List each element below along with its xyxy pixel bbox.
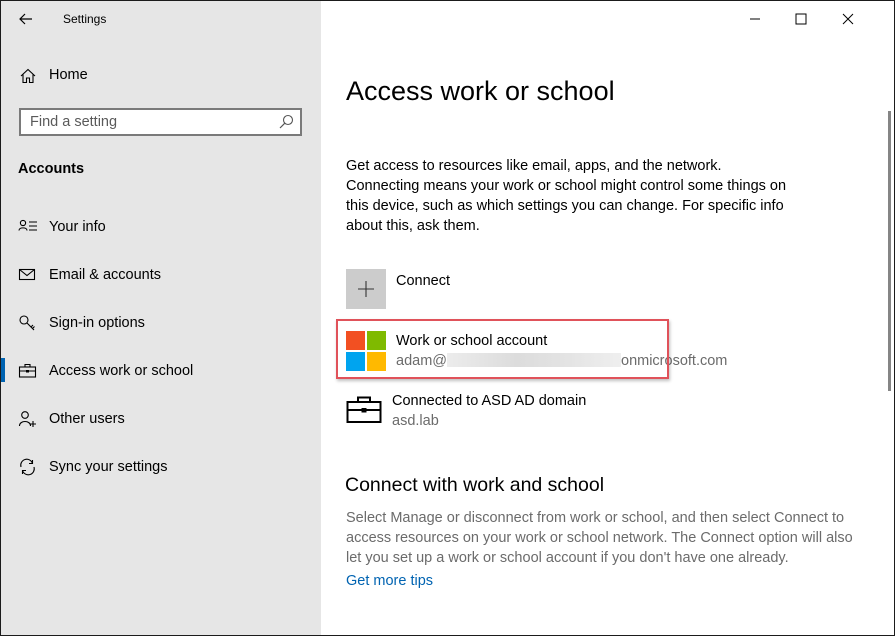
domain-account-item[interactable]: Connected to ASD AD domain asd.lab [346,389,676,433]
minimize-button[interactable] [744,9,766,29]
minimize-icon [750,18,760,20]
sidebar-item-email-accounts[interactable]: Email & accounts [1,259,321,307]
maximize-button[interactable] [790,9,812,29]
section-title: Accounts [18,161,85,177]
page-title: Access work or school [346,76,615,107]
title-bar: Settings [1,1,321,38]
domain-name: asd.lab [392,413,439,429]
sidebar-item-your-info[interactable]: Your info [1,211,321,259]
home-icon [20,68,36,84]
sidebar-item-sync-your-settings[interactable]: Sync your settings [1,451,321,499]
person-add-icon [18,411,36,427]
domain-title: Connected to ASD AD domain [392,393,587,409]
sidebar-item-label: Your info [49,219,106,235]
connect-label: Connect [396,273,451,289]
main-content: Access work or school Get access to reso… [321,1,894,635]
scrollbar[interactable] [888,111,891,391]
connect-tile [346,269,386,309]
maximize-icon [795,13,807,25]
app-title: Settings [63,12,107,26]
sidebar-item-other-users[interactable]: Other users [1,403,321,451]
section-description: Select Manage or disconnect from work or… [346,510,853,566]
page-description: Get access to resources like email, apps… [346,158,787,234]
close-button[interactable] [837,9,859,29]
sidebar-item-label: Sync your settings [49,459,168,475]
active-indicator [1,358,5,382]
settings-window: Settings Home Accounts Your [0,0,895,636]
window-controls [734,1,894,38]
search-input[interactable] [21,110,270,134]
back-arrow-icon [19,13,32,25]
search-box[interactable] [19,108,302,136]
highlight-annotation [336,319,669,379]
sidebar-item-sign-in-options[interactable]: Sign-in options [1,307,321,355]
sidebar-item-access-work-or-school[interactable]: Access work or school [1,355,321,403]
close-icon [842,13,854,25]
home-label: Home [49,67,88,83]
back-button[interactable] [15,9,37,29]
sidebar-item-label: Other users [49,411,125,427]
sidebar-item-label: Email & accounts [49,267,162,283]
sidebar-item-label: Access work or school [49,363,194,379]
nav-list: Your info Email & accounts Sign-in optio… [1,211,321,499]
person-card-icon [18,219,37,231]
connect-button[interactable]: Connect [346,269,646,309]
plus-icon [358,281,374,297]
search-icon[interactable] [278,114,294,130]
sidebar: Settings Home Accounts Your [1,1,321,635]
briefcase-icon [18,363,37,378]
key-icon [19,315,35,331]
mail-icon [18,268,36,281]
nav-home[interactable]: Home [1,61,321,91]
sync-icon [20,458,35,476]
section-heading: Connect with work and school [345,474,605,496]
get-more-tips-link[interactable]: Get more tips [346,573,433,589]
briefcase-icon [346,396,382,423]
sidebar-item-label: Sign-in options [49,315,145,331]
